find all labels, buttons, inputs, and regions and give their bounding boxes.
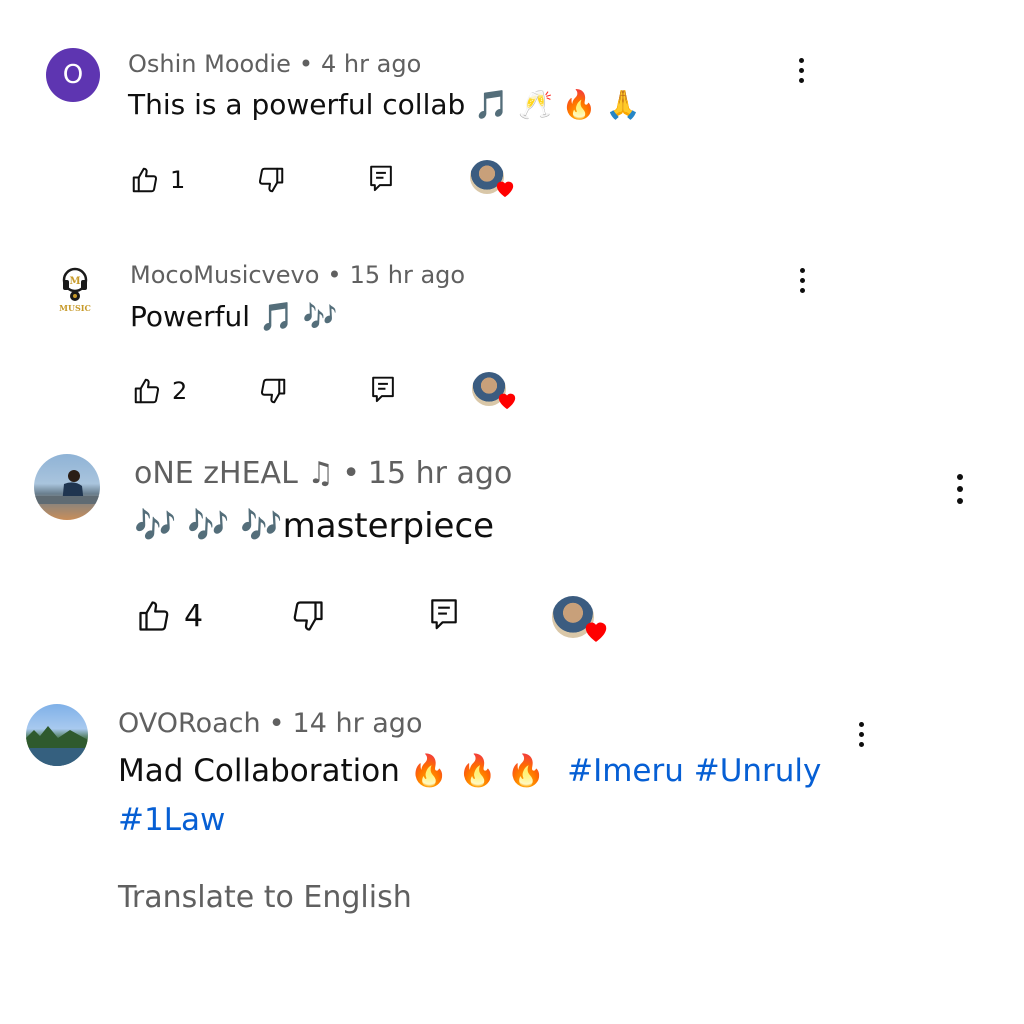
creator-heart-icon bbox=[585, 622, 607, 642]
hashtag-link[interactable]: #1Law bbox=[118, 802, 225, 838]
comment-text: Mad Collaboration 🔥 🔥 🔥 bbox=[118, 753, 546, 789]
logo-text: MUSIC bbox=[59, 303, 91, 313]
like-count: 4 bbox=[184, 598, 204, 634]
author-name[interactable]: oNE zHEAL ♫ bbox=[134, 456, 334, 491]
like-button[interactable]: 1 bbox=[130, 165, 185, 195]
comment-text: Powerful 🎵 🎶 bbox=[130, 300, 338, 333]
svg-text:M: M bbox=[69, 276, 80, 287]
reply-button[interactable] bbox=[368, 374, 398, 406]
avatar-photo bbox=[34, 470, 100, 504]
avatar[interactable] bbox=[34, 454, 100, 520]
reply-icon bbox=[431, 599, 457, 630]
reply-button[interactable] bbox=[426, 596, 462, 634]
thumbs-down-icon bbox=[293, 601, 323, 631]
avatar-letter: O bbox=[62, 60, 84, 90]
comments-list: O Oshin Moodie • 4 hr ago This is a powerf… bbox=[0, 0, 1024, 1024]
thumbs-down-icon bbox=[260, 378, 286, 404]
dislike-button[interactable] bbox=[290, 598, 326, 634]
thumbs-up-icon bbox=[134, 378, 160, 404]
comment-meta: oNE zHEAL ♫ • 15 hr ago bbox=[134, 456, 513, 491]
creator-heart bbox=[470, 160, 518, 202]
like-button[interactable]: 2 bbox=[132, 376, 187, 406]
thumbs-up-icon bbox=[132, 167, 158, 193]
comment-text-line1: Mad Collaboration 🔥 🔥 🔥 #Imeru #Unruly bbox=[118, 752, 821, 789]
like-count: 2 bbox=[172, 377, 188, 405]
comment-item: O Oshin Moodie • 4 hr ago This is a powerf… bbox=[0, 0, 1024, 220]
comment-meta: Oshin Moodie • 4 hr ago bbox=[128, 50, 422, 78]
comment-item: OVORoach • 14 hr ago Mad Collaboration 🔥 🔥… bbox=[0, 690, 1024, 990]
creator-heart bbox=[472, 372, 520, 414]
comment-item: oNE zHEAL ♫ • 15 hr ago 🎶 🎶 🎶masterpiece 4 bbox=[0, 440, 1024, 680]
reply-icon bbox=[372, 376, 394, 403]
comment-item: M MUSIC MocoMusicvevo • 15 hr ago Powerful… bbox=[0, 220, 1024, 440]
reply-button[interactable] bbox=[366, 163, 396, 195]
more-vert-icon[interactable] bbox=[948, 474, 972, 504]
author-name[interactable]: OVORoach bbox=[118, 708, 261, 739]
comment-time: 15 hr ago bbox=[349, 261, 466, 289]
like-button[interactable]: 4 bbox=[136, 598, 203, 634]
like-count: 1 bbox=[170, 166, 186, 194]
reply-icon bbox=[370, 165, 392, 192]
more-vert-icon[interactable] bbox=[849, 722, 873, 747]
comment-time: 14 hr ago bbox=[292, 708, 423, 739]
comment-meta: MocoMusicvevo • 15 hr ago bbox=[130, 261, 466, 289]
creator-heart-icon bbox=[496, 181, 514, 198]
author-name[interactable]: Oshin Moodie bbox=[128, 50, 291, 78]
more-vert-icon[interactable] bbox=[789, 58, 813, 83]
creator-heart-icon bbox=[498, 393, 516, 410]
avatar-photo bbox=[26, 726, 88, 766]
creator-heart bbox=[552, 596, 610, 646]
moco-logo: M bbox=[62, 267, 88, 301]
comment-text: 🎶 🎶 🎶masterpiece bbox=[134, 506, 495, 546]
avatar[interactable]: M MUSIC bbox=[50, 260, 100, 318]
translate-link[interactable]: Translate to English bbox=[118, 880, 412, 915]
dislike-button[interactable] bbox=[258, 376, 288, 406]
dislike-button[interactable] bbox=[256, 165, 286, 195]
more-vert-icon[interactable] bbox=[790, 268, 814, 293]
author-name[interactable]: MocoMusicvevo bbox=[130, 261, 319, 289]
avatar[interactable] bbox=[26, 704, 88, 766]
comment-meta: OVORoach • 14 hr ago bbox=[118, 708, 423, 739]
hashtag-link[interactable]: #Imeru #Unruly bbox=[567, 753, 821, 789]
comment-text: This is a powerful collab 🎵 🥂 🔥 🙏 bbox=[128, 88, 641, 121]
comment-time: 4 hr ago bbox=[321, 50, 422, 78]
avatar[interactable]: O bbox=[46, 48, 100, 102]
thumbs-down-icon bbox=[258, 167, 284, 193]
thumbs-up-icon bbox=[139, 601, 169, 631]
comment-time: 15 hr ago bbox=[367, 456, 513, 491]
